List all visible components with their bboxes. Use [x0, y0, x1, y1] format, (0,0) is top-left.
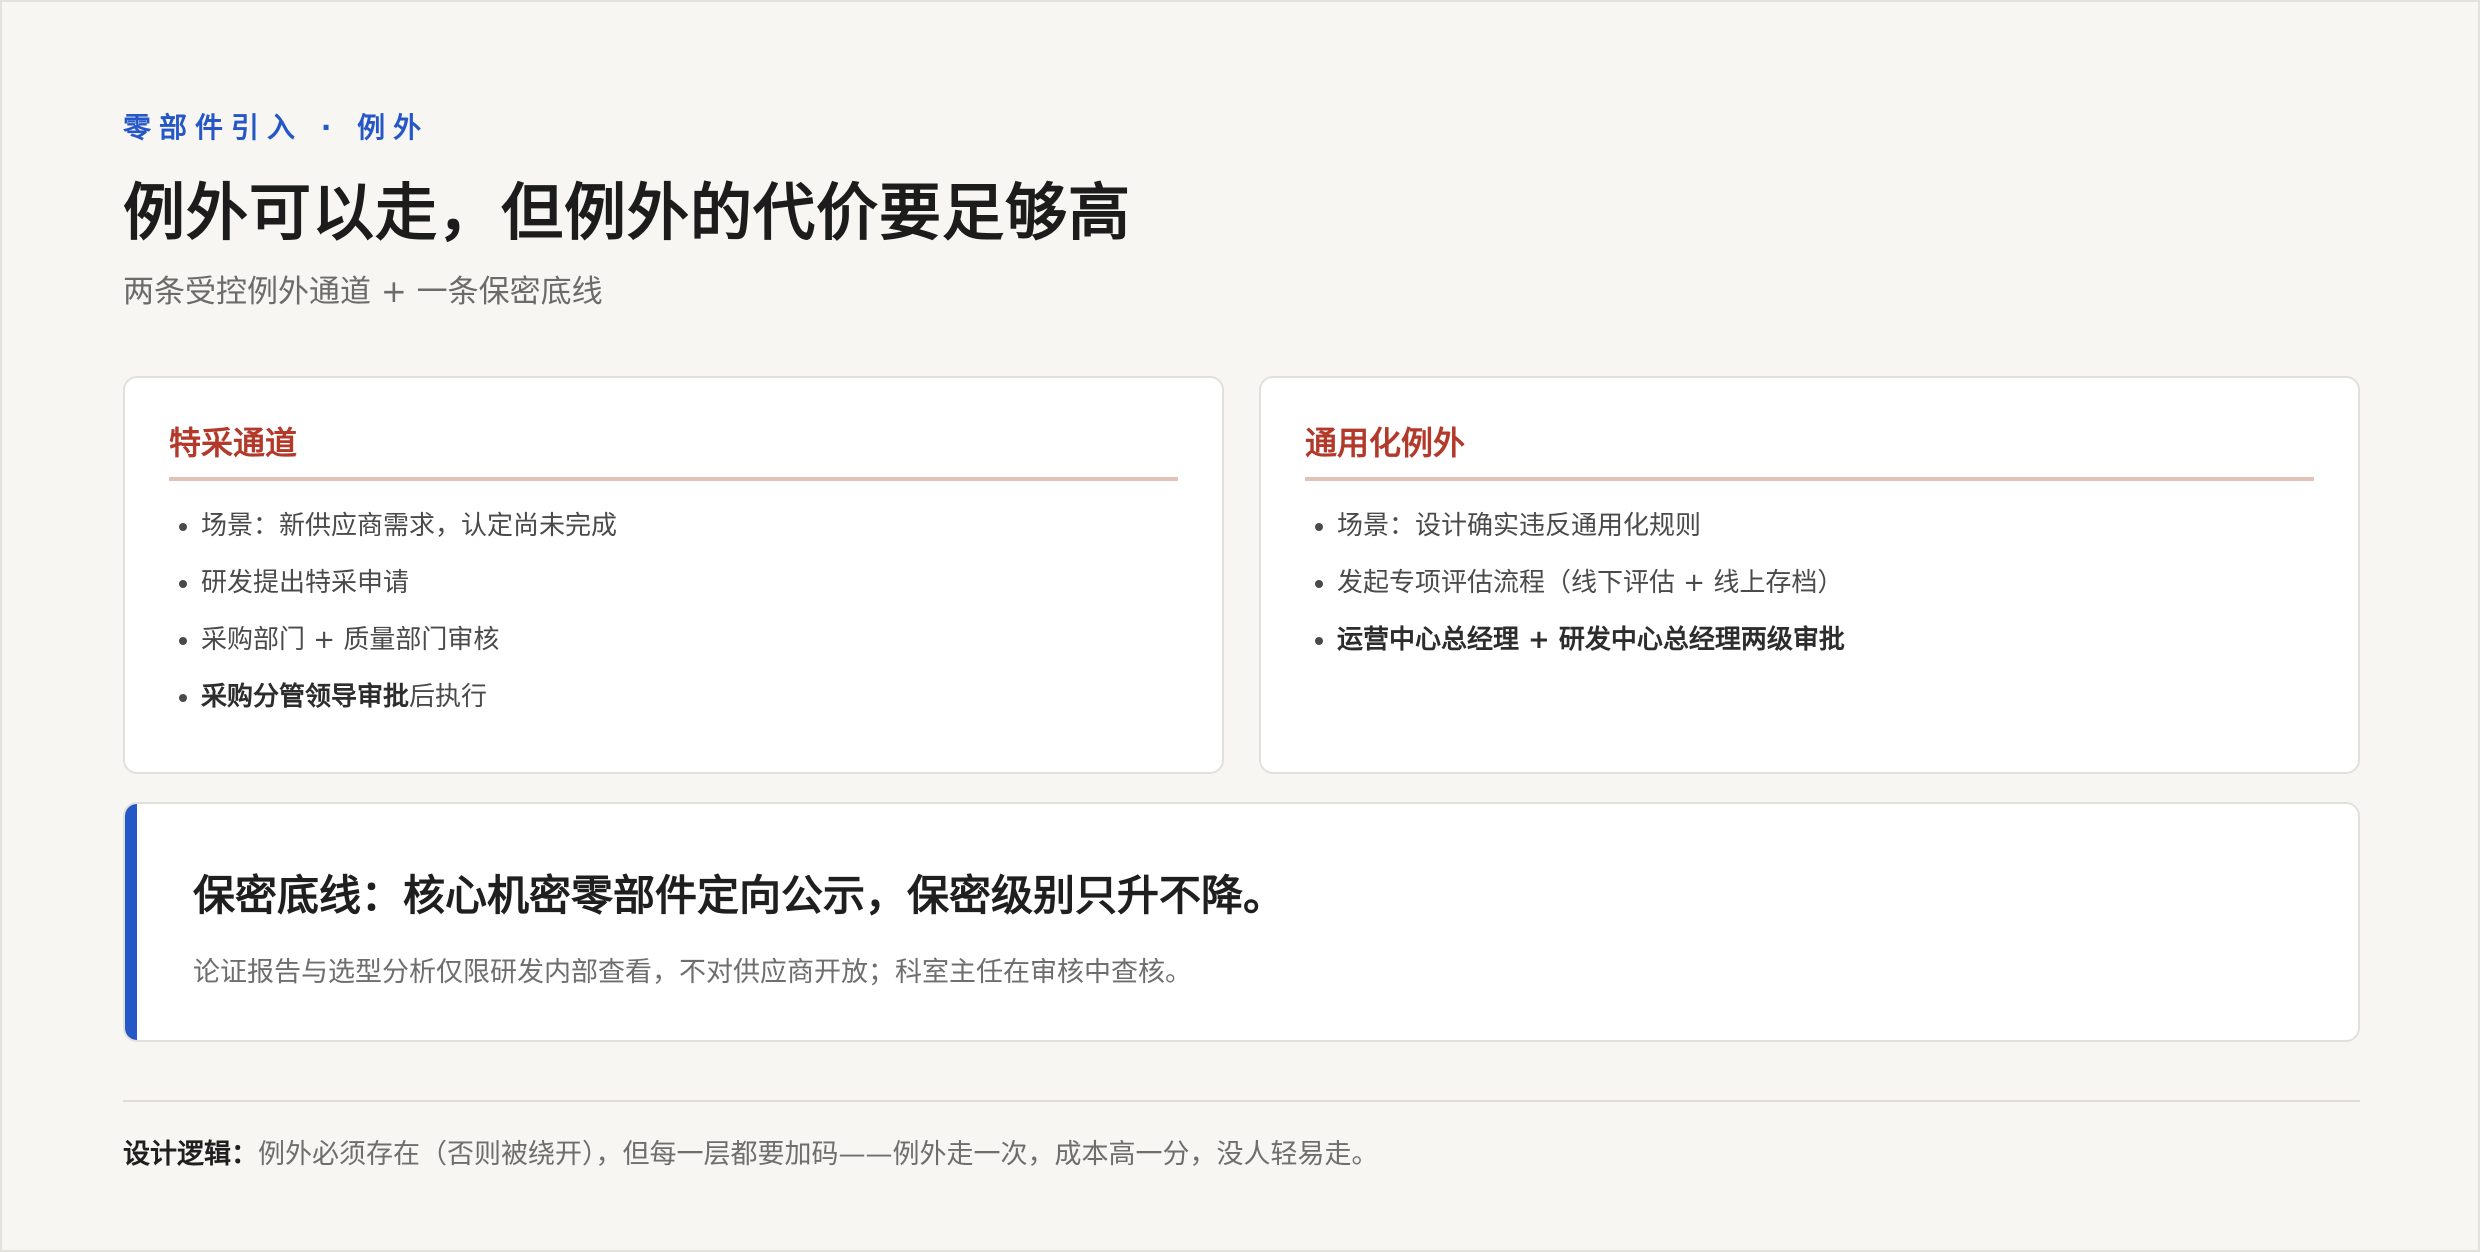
page-subtitle: 两条受控例外通道 + 一条保密底线: [123, 274, 603, 310]
list-item: 发起专项评估流程（线下评估 + 线上存档）: [1337, 563, 2314, 620]
list-item: 采购部门 + 质量部门审核: [201, 620, 1178, 677]
card-title: 特采通道: [169, 424, 298, 462]
callout-accent-bar: [125, 804, 137, 1040]
callout-text: 论证报告与选型分析仅限研发内部查看，不对供应商开放；科室主任在审核中查核。: [193, 957, 1192, 988]
card-divider: [169, 477, 1178, 481]
card-title: 通用化例外: [1305, 424, 1466, 462]
footnote-text: 例外必须存在（否则被绕开），但每一层都要加码——例外走一次，成本高一分，没人轻易…: [258, 1139, 1379, 1170]
card-special-purchase: 特采通道 场景：新供应商需求，认定尚未完成 研发提出特采申请 采购部门 + 质量…: [123, 376, 1224, 774]
slide: 零部件引入 · 例外 例外可以走，但例外的代价要足够高 两条受控例外通道 + 一…: [0, 0, 2480, 1252]
footer-divider: [123, 1100, 2360, 1102]
list-item: 场景：新供应商需求，认定尚未完成: [201, 506, 1178, 563]
card-divider: [1305, 477, 2314, 481]
card-generalization-exception: 通用化例外 场景：设计确实违反通用化规则 发起专项评估流程（线下评估 + 线上存…: [1259, 376, 2360, 774]
eyebrow-label: 零部件引入 · 例外: [123, 111, 430, 144]
callout-title: 保密底线：核心机密零部件定向公示，保密级别只升不降。: [193, 871, 1286, 920]
list-item: 场景：设计确实违反通用化规则: [1337, 506, 2314, 563]
card-list: 场景：新供应商需求，认定尚未完成 研发提出特采申请 采购部门 + 质量部门审核 …: [169, 506, 1178, 734]
list-item: 研发提出特采申请: [201, 563, 1178, 620]
page-title: 例外可以走，但例外的代价要足够高: [123, 176, 1132, 249]
list-item: 运营中心总经理 + 研发中心总经理两级审批: [1337, 620, 2314, 677]
footnote-label: 设计逻辑：: [123, 1139, 258, 1170]
design-logic-note: 设计逻辑：例外必须存在（否则被绕开），但每一层都要加码——例外走一次，成本高一分…: [123, 1132, 1379, 1171]
confidentiality-callout: 保密底线：核心机密零部件定向公示，保密级别只升不降。 论证报告与选型分析仅限研发…: [123, 802, 2360, 1042]
card-list: 场景：设计确实违反通用化规则 发起专项评估流程（线下评估 + 线上存档） 运营中…: [1305, 506, 2314, 677]
list-item: 采购分管领导审批后执行: [201, 677, 1178, 734]
